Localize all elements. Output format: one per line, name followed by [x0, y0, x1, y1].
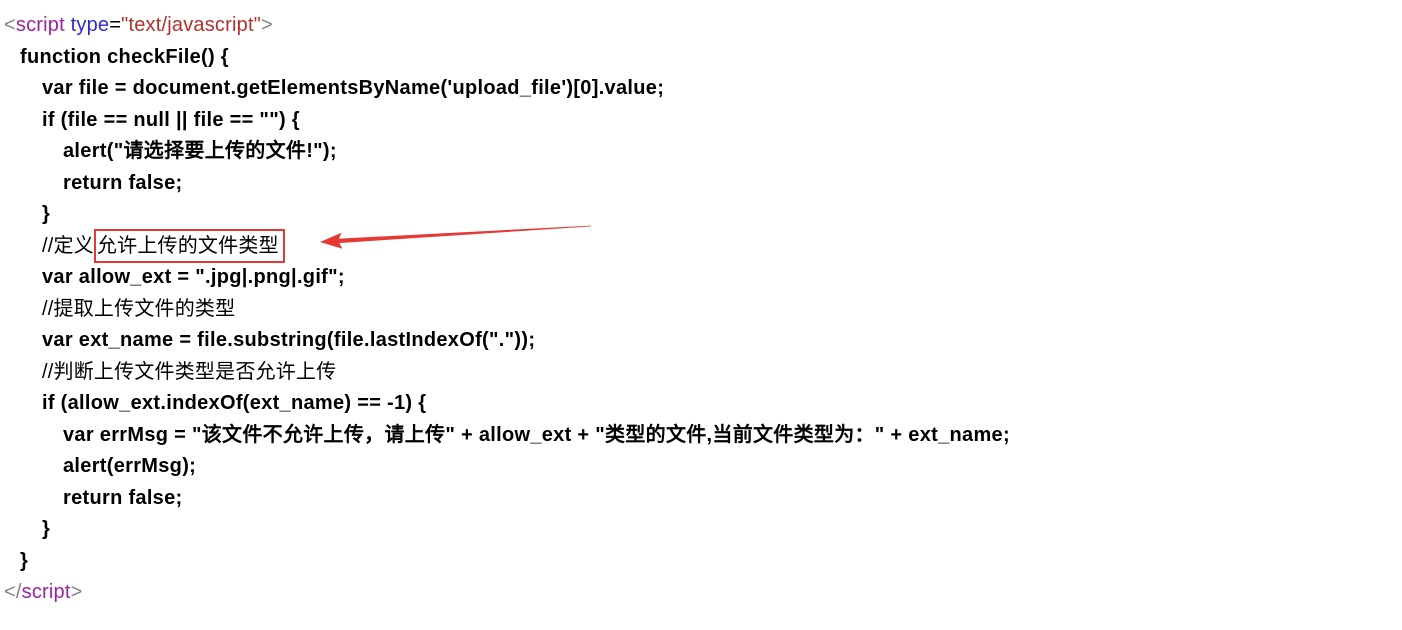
code-line-close-brace: } — [42, 518, 51, 540]
code-line-ext-name: var ext_name = file.substring(file.lastI… — [42, 329, 536, 351]
code-line-function-close: } — [20, 549, 29, 572]
attr-name: type — [70, 14, 110, 36]
tag-close-bracket: > — [261, 14, 273, 36]
comment-prefix: //定义 — [42, 234, 94, 257]
code-line-alert-err: alert(errMsg); — [63, 455, 197, 477]
code-line-comment-check-allowed: //判断上传文件类型是否允许上传 — [42, 360, 337, 383]
attr-equals: = — [109, 14, 122, 36]
code-line-alert-select-file: alert("请选择要上传的文件!"); — [63, 140, 337, 162]
attr-value: "text/javascript" — [121, 14, 262, 36]
script-close-tag: </script> — [0, 577, 1402, 609]
script-open-tag: <script type="text/javascript"> — [0, 10, 1402, 42]
tag-name: script — [21, 581, 71, 603]
code-line-function-header: function checkFile() { — [20, 45, 229, 68]
code-line-return-false: return false; — [63, 171, 183, 194]
highlight-box: 允许上传的文件类型 — [93, 225, 591, 264]
code-line-get-file-value: var file = document.getElementsByName('u… — [42, 77, 665, 99]
annotation-arrow — [319, 225, 591, 249]
code-line-err-msg: var errMsg = "该文件不允许上传，请上传" + allow_ext … — [63, 423, 1010, 446]
code-line-ext-check: if (allow_ext.indexOf(ext_name) == -1) { — [42, 392, 427, 414]
code-line-return-false: return false; — [63, 486, 183, 509]
code-line-empty-check: if (file == null || file == "") { — [42, 108, 300, 131]
tag-open-bracket: </ — [4, 581, 22, 603]
code-line-comment-extract-type: //提取上传文件的类型 — [42, 297, 236, 320]
highlighted-text: 允许上传的文件类型 — [96, 235, 279, 258]
tag-name: script — [15, 14, 65, 36]
code-line-close-brace: } — [42, 203, 51, 225]
code-line-comment-define-types: //定义 允许上传的文件类型 — [0, 225, 1402, 264]
tag-open-bracket: < — [4, 14, 16, 36]
code-line-allow-ext: var allow_ext = ".jpg|.png|.gif"; — [42, 266, 345, 288]
code-block: <script type="text/javascript"> function… — [0, 10, 1402, 609]
tag-close-bracket: > — [70, 581, 83, 603]
